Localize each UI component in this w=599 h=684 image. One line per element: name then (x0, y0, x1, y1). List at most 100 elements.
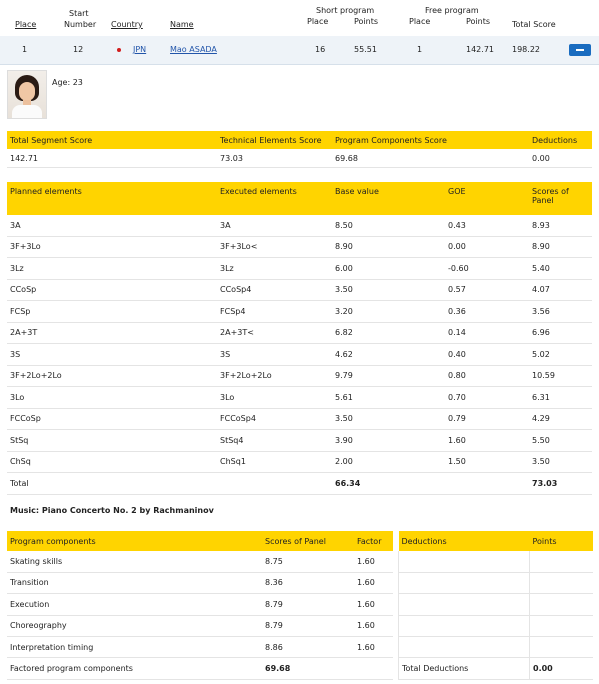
planned-element: 2A+3T (7, 322, 217, 344)
music-title: Music: Piano Concerto No. 2 by Rachmanin… (10, 506, 214, 515)
panel-score: 5.02 (529, 343, 592, 366)
summary-header: Program Components Score (332, 131, 529, 149)
base-value: 2.00 (332, 451, 445, 473)
header-short-program: Short program (316, 6, 375, 15)
total-deductions-label: Total Deductions (398, 657, 530, 680)
country-link[interactable]: JPN (133, 45, 146, 54)
program-components-score: 69.68 (332, 149, 529, 168)
goe-value: 0.00 (445, 236, 529, 258)
planned-element: StSq (7, 429, 217, 452)
table-row: 3S 3S 4.62 0.40 5.02 (7, 343, 592, 366)
deductions-table: Deductions Points Total Deductions 0.00 (398, 531, 593, 680)
base-value: 9.79 (332, 365, 445, 387)
component-name: Skating skills (7, 551, 262, 573)
component-score: 8.86 (262, 636, 354, 659)
header-fp-points: Points (466, 17, 491, 26)
executed-element: 3Lz (217, 257, 332, 280)
panel-score: 8.90 (529, 236, 592, 258)
header-country: Country (111, 20, 143, 29)
executed-element: 3A (217, 215, 332, 237)
total-segment-score: 142.71 (7, 149, 217, 168)
total-deductions-row: Total Deductions 0.00 (398, 657, 593, 680)
base-value: 4.62 (332, 343, 445, 366)
planned-element: 3S (7, 343, 217, 366)
planned-element: 3F+3Lo (7, 236, 217, 258)
elements-header: Executed elements (217, 182, 332, 215)
planned-element: 3Lz (7, 257, 217, 280)
total-deductions-value: 0.00 (529, 657, 593, 680)
base-value: 5.61 (332, 386, 445, 409)
total-base-value: 66.34 (332, 472, 445, 495)
table-row: Choreography 8.79 1.60 (7, 615, 393, 637)
executed-element: ChSq1 (217, 451, 332, 473)
planned-element: FCCoSp (7, 408, 217, 430)
table-row: 2A+3T 2A+3T< 6.82 0.14 6.96 (7, 322, 592, 344)
deductions-score: 0.00 (529, 149, 592, 168)
table-row: Transition 8.36 1.60 (7, 572, 393, 595)
elements-header: GOE (445, 182, 529, 215)
component-name: Transition (7, 572, 262, 595)
component-score: 8.79 (262, 593, 354, 616)
panel-score: 8.93 (529, 215, 592, 237)
planned-element: 3F+2Lo+2Lo (7, 365, 217, 387)
table-row: FCSp FCSp4 3.20 0.36 3.56 (7, 300, 592, 323)
panel-score: 3.50 (529, 451, 592, 473)
component-name: Interpretation timing (7, 636, 262, 659)
planned-element: 3A (7, 215, 217, 237)
goe-value: 0.43 (445, 215, 529, 237)
table-row (398, 572, 593, 595)
skater-start-number: 12 (73, 45, 84, 54)
executed-element: CCoSp4 (217, 279, 332, 301)
base-value: 3.90 (332, 429, 445, 452)
panel-score: 3.56 (529, 300, 592, 323)
total-panel-score: 73.03 (529, 472, 592, 495)
table-row (398, 593, 593, 616)
table-row: Skating skills 8.75 1.60 (7, 551, 393, 573)
table-row (398, 636, 593, 659)
component-name: Execution (7, 593, 262, 616)
goe-value: -0.60 (445, 257, 529, 280)
base-value: 8.90 (332, 236, 445, 258)
table-row: FCCoSp FCCoSp4 3.50 0.79 4.29 (7, 408, 592, 430)
table-row: StSq StSq4 3.90 1.60 5.50 (7, 429, 592, 452)
header-total-score: Total Score (512, 20, 556, 29)
skater-name-link[interactable]: Mao ASADA (170, 45, 217, 54)
factored-label: Factored program components (7, 657, 262, 680)
base-value: 3.50 (332, 408, 445, 430)
total-score-value: 198.22 (512, 45, 540, 54)
fp-points-value: 142.71 (466, 45, 494, 54)
panel-score: 4.07 (529, 279, 592, 301)
component-factor: 1.60 (354, 551, 393, 573)
deductions-header: Deductions (398, 531, 530, 552)
skater-row[interactable]: 1 12 JPN Mao ASADA 16 55.51 1 142.71 198… (0, 36, 599, 65)
executed-element: StSq4 (217, 429, 332, 452)
table-row: Execution 8.79 1.60 (7, 593, 393, 616)
component-factor: 1.60 (354, 572, 393, 595)
collapse-toggle-button[interactable] (569, 44, 591, 56)
panel-score: 6.96 (529, 322, 592, 344)
component-factor: 1.60 (354, 615, 393, 637)
executed-element: 2A+3T< (217, 322, 332, 344)
table-row (398, 551, 593, 573)
elements-header: Planned elements (7, 182, 217, 215)
executed-element: FCCoSp4 (217, 408, 332, 430)
sp-place-value: 16 (315, 45, 326, 54)
skater-place: 1 (22, 45, 28, 54)
executed-element: FCSp4 (217, 300, 332, 323)
planned-element: CCoSp (7, 279, 217, 301)
component-score: 8.36 (262, 572, 354, 595)
factored-components-row: Factored program components 69.68 (7, 657, 393, 680)
table-row: 3Lz 3Lz 6.00 -0.60 5.40 (7, 257, 592, 280)
components-header: Program components (7, 531, 262, 552)
segment-summary-table: Total Segment Score Technical Elements S… (7, 131, 592, 168)
elements-header: Scores of Panel (529, 182, 592, 215)
deductions-header: Points (529, 531, 593, 552)
header-sp-place: Place (307, 17, 329, 26)
base-value: 3.50 (332, 279, 445, 301)
skater-photo (7, 70, 47, 119)
sp-points-value: 55.51 (354, 45, 377, 54)
header-sp-points: Points (354, 17, 379, 26)
elements-header: Base value (332, 182, 445, 215)
goe-value: 0.14 (445, 322, 529, 344)
goe-value: 0.80 (445, 365, 529, 387)
